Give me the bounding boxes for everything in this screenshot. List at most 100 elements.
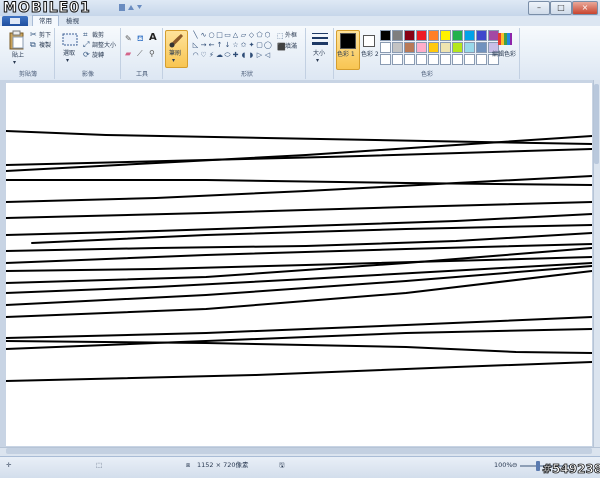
shape-item[interactable]: ▢ <box>256 41 263 50</box>
shape-item[interactable]: ✚ <box>232 51 239 60</box>
color-swatch[interactable] <box>476 42 487 53</box>
color-swatch[interactable] <box>452 54 463 65</box>
zoom-out-button[interactable]: ⊖ <box>512 461 517 470</box>
size-dropdown-arrow[interactable]: ▾ <box>316 57 319 64</box>
brush-icon <box>169 34 183 48</box>
color-swatch[interactable] <box>452 42 463 53</box>
color-swatch[interactable] <box>392 54 403 65</box>
fill-bucket-icon[interactable]: ⛾ <box>137 35 144 43</box>
shape-item[interactable]: ◺ <box>192 41 199 50</box>
brushes-dropdown-arrow[interactable]: ▾ <box>172 57 175 64</box>
tab-view[interactable]: 檢視 <box>60 16 85 26</box>
zoom-slider-thumb[interactable] <box>536 461 540 471</box>
quick-access-toolbar[interactable] <box>118 2 144 13</box>
color-swatch[interactable] <box>440 54 451 65</box>
drawing-canvas[interactable] <box>6 83 592 446</box>
image-group-label: 影像 <box>81 71 94 78</box>
shape-item[interactable]: ○ <box>208 31 215 40</box>
file-menu-button[interactable] <box>2 16 28 26</box>
line-size-icon[interactable] <box>311 31 329 47</box>
shape-item[interactable]: ⬠ <box>256 31 263 40</box>
shape-item[interactable]: ↑ <box>216 41 223 50</box>
shape-item[interactable]: ☁ <box>216 51 223 60</box>
close-button[interactable]: × <box>572 1 598 15</box>
maximize-button[interactable]: □ <box>550 1 572 15</box>
copy-button[interactable]: 複製 <box>39 42 51 49</box>
shape-item[interactable]: ✩ <box>240 41 247 50</box>
shape-item[interactable]: ↓ <box>224 41 231 50</box>
shape-item[interactable]: ◖ <box>240 51 247 60</box>
fill-button[interactable]: 填滿 <box>285 43 297 50</box>
color-swatch[interactable] <box>428 54 439 65</box>
shape-item[interactable]: → <box>200 41 207 50</box>
color-swatch[interactable] <box>416 54 427 65</box>
shapes-gallery[interactable]: ╲ ∿ ○ □ ▭ △ ▱ ◇ ⬠ ⬡ ◺ → ← ↑ ↓ ☆ ✩ ✦ ▢ ◯ ◠ ♡ ⚡ ☁ ⬭ ✚ ◖ ◗ ▷ ◁ <box>192 31 272 61</box>
color-swatch[interactable] <box>428 30 439 41</box>
crop-button[interactable]: 裁剪 <box>92 32 104 39</box>
minimize-button[interactable]: – <box>528 1 550 15</box>
shape-item[interactable]: ▱ <box>240 31 247 40</box>
shape-item[interactable]: □ <box>216 31 223 40</box>
magnifier-icon[interactable]: ⚲ <box>149 50 155 58</box>
shape-item[interactable]: ← <box>208 41 215 50</box>
shape-item[interactable]: ◇ <box>248 31 255 40</box>
color-swatch[interactable] <box>392 42 403 53</box>
color-swatch[interactable] <box>416 30 427 41</box>
color-swatch[interactable] <box>380 54 391 65</box>
shape-item[interactable]: △ <box>232 31 239 40</box>
color-swatch[interactable] <box>440 30 451 41</box>
color-palette[interactable] <box>380 30 499 65</box>
color-swatch[interactable] <box>428 42 439 53</box>
shape-item[interactable]: ▭ <box>224 31 231 40</box>
color-swatch[interactable] <box>464 54 475 65</box>
color-swatch[interactable] <box>404 42 415 53</box>
select-button[interactable]: 選取 <box>63 50 75 57</box>
outline-button[interactable]: 外框 <box>285 32 297 39</box>
vertical-scroll-thumb[interactable] <box>594 84 599 164</box>
color-swatch[interactable] <box>404 30 415 41</box>
shape-item[interactable]: ⬭ <box>224 51 231 60</box>
color-swatch[interactable] <box>404 54 415 65</box>
color-swatch[interactable] <box>476 30 487 41</box>
shape-item[interactable]: ◯ <box>264 41 272 50</box>
shape-item[interactable]: ♡ <box>200 51 207 60</box>
text-tool-icon[interactable]: A <box>149 33 157 43</box>
color-swatch[interactable] <box>464 42 475 53</box>
color1-swatch <box>340 33 356 49</box>
color-swatch[interactable] <box>380 30 391 41</box>
color2-swatch[interactable] <box>363 35 375 47</box>
color-swatch[interactable] <box>464 30 475 41</box>
color-swatch[interactable] <box>452 30 463 41</box>
shape-item[interactable]: ▷ <box>256 51 263 60</box>
edit-colors-icon[interactable] <box>497 31 513 47</box>
shape-item[interactable]: ◁ <box>264 51 271 60</box>
shape-item[interactable]: ∿ <box>200 31 207 40</box>
shape-item[interactable]: ✦ <box>248 41 255 50</box>
color-swatch[interactable] <box>476 54 487 65</box>
horizontal-scroll-thumb[interactable] <box>6 448 592 454</box>
shape-item[interactable]: ☆ <box>232 41 239 50</box>
color-swatch[interactable] <box>392 30 403 41</box>
color-swatch[interactable] <box>416 42 427 53</box>
rotate-button[interactable]: 旋轉 <box>92 52 104 59</box>
cut-icon: ✂ <box>30 30 37 39</box>
color1-label: 色彩 1 <box>337 51 355 58</box>
shape-item[interactable]: ╲ <box>192 31 199 40</box>
color-picker-icon[interactable]: ⟋ <box>137 50 143 58</box>
rotate-icon: ⟳ <box>83 50 90 59</box>
cut-button[interactable]: 剪下 <box>39 32 51 39</box>
shape-item[interactable]: ◠ <box>192 51 199 60</box>
shape-item[interactable]: ⬡ <box>264 31 271 40</box>
color-swatch[interactable] <box>440 42 451 53</box>
resize-button[interactable]: 調整大小 <box>92 42 116 49</box>
eraser-icon[interactable]: ▰ <box>125 50 131 58</box>
select-icon[interactable] <box>62 33 78 47</box>
paste-button[interactable]: 貼上 <box>12 52 24 59</box>
shape-item[interactable]: ◗ <box>248 51 255 60</box>
pencil-icon[interactable]: ✎ <box>125 35 132 43</box>
shape-item[interactable]: ⚡ <box>208 51 215 60</box>
paste-icon[interactable] <box>8 30 26 50</box>
color-swatch[interactable] <box>380 42 391 53</box>
paste-dropdown-arrow[interactable]: ▾ <box>13 59 16 66</box>
select-dropdown-arrow[interactable]: ▾ <box>66 57 69 64</box>
